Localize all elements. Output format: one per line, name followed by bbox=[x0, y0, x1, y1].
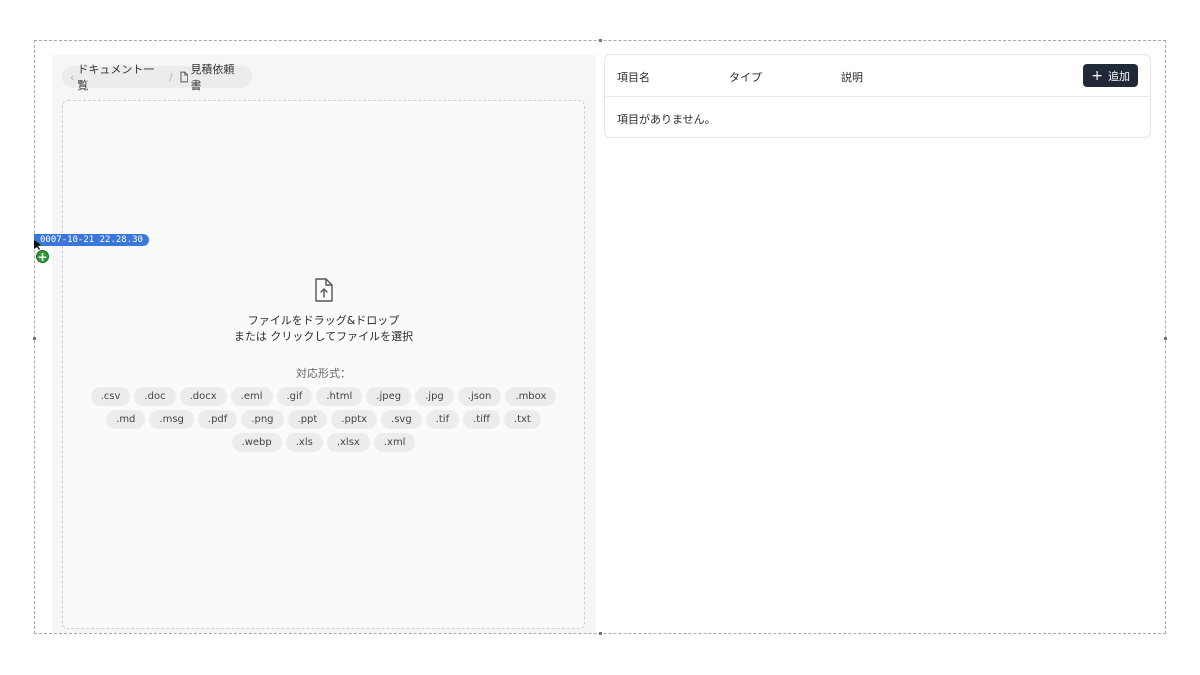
format-chip: .doc bbox=[134, 387, 176, 406]
supported-formats-label: 対応形式： bbox=[296, 367, 351, 380]
format-chip: .txt bbox=[503, 410, 541, 429]
add-field-button[interactable]: + 追加 bbox=[1083, 64, 1138, 87]
format-chip: .jpeg bbox=[366, 387, 412, 406]
table-header: 項目名 タイプ 説明 + 追加 bbox=[605, 55, 1150, 97]
dropzone-instruction: ファイルをドラッグ&ドロップ bbox=[247, 314, 400, 327]
plus-icon: + bbox=[1091, 67, 1103, 84]
breadcrumb: ‹ ドキュメント一覧 / 見積依頼書 bbox=[62, 63, 252, 92]
format-chip: .jpg bbox=[415, 387, 454, 406]
breadcrumb-current-label: 見積依頼書 bbox=[190, 63, 235, 92]
resize-handle-bottom[interactable] bbox=[599, 632, 602, 635]
mouse-pointer-icon bbox=[34, 240, 41, 250]
breadcrumb-current: 見積依頼書 bbox=[179, 61, 244, 93]
document-icon bbox=[180, 71, 188, 83]
format-chip: .pdf bbox=[197, 410, 238, 429]
fields-table: 項目名 タイプ 説明 + 追加 項目がありません。 bbox=[604, 54, 1151, 138]
format-chip: .webp bbox=[231, 433, 282, 452]
breadcrumb-back-link[interactable]: ‹ ドキュメント一覧 bbox=[70, 61, 163, 93]
file-upload-icon bbox=[314, 278, 333, 302]
format-chip: .xlsx bbox=[326, 433, 370, 452]
breadcrumb-back-label: ドキュメント一覧 bbox=[77, 63, 155, 92]
empty-table-message: 項目がありません。 bbox=[617, 113, 716, 126]
resize-handle-top[interactable] bbox=[599, 39, 602, 42]
format-chip: .png bbox=[241, 410, 284, 429]
supported-formats-list: .csv .doc .docx .eml .gif .html .jpeg .jpg .json… bbox=[84, 387, 564, 452]
format-chip: .json bbox=[457, 387, 502, 406]
format-chip: .xml bbox=[373, 433, 416, 452]
timestamp-badge: 0007-10-21 22.28.30 bbox=[34, 234, 149, 246]
format-chip: .mbox bbox=[505, 387, 557, 406]
add-circle-icon: + bbox=[36, 250, 49, 264]
format-chip: .html bbox=[316, 387, 363, 406]
column-header-type: タイプ bbox=[729, 71, 762, 84]
format-chip: .md bbox=[106, 410, 146, 429]
format-chip: .pptx bbox=[331, 410, 378, 429]
column-header-description: 説明 bbox=[841, 71, 863, 84]
resize-handle-right[interactable] bbox=[1164, 337, 1167, 340]
dropzone-instruction-secondary: または クリックしてファイルを選択 bbox=[233, 330, 414, 343]
format-chip: .svg bbox=[381, 410, 422, 429]
format-chip: .msg bbox=[149, 410, 194, 429]
format-chip: .docx bbox=[179, 387, 227, 406]
format-chip: .tiff bbox=[463, 410, 500, 429]
column-header-name: 項目名 bbox=[617, 71, 650, 84]
format-chip: .tif bbox=[425, 410, 460, 429]
add-field-label: 追加 bbox=[1108, 69, 1130, 83]
format-chip: .gif bbox=[276, 387, 313, 406]
format-chip: .csv bbox=[90, 387, 131, 406]
format-chip: .xls bbox=[285, 433, 323, 452]
resize-handle-left[interactable] bbox=[33, 337, 36, 340]
file-dropzone[interactable]: ファイルをドラッグ&ドロップ または クリックしてファイルを選択 対応形式： .… bbox=[62, 100, 585, 629]
chevron-left-icon: ‹ bbox=[70, 70, 75, 84]
format-chip: .eml bbox=[230, 387, 273, 406]
breadcrumb-separator: / bbox=[168, 70, 173, 84]
format-chip: .ppt bbox=[287, 410, 328, 429]
